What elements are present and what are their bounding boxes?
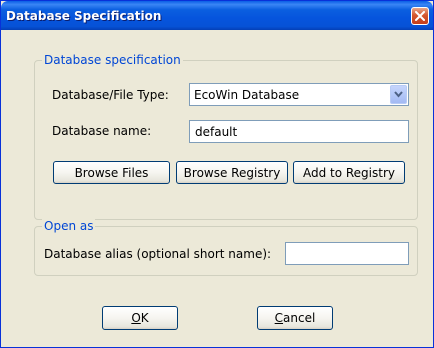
open-as-group: Open as Database alias (optional short n… xyxy=(34,219,418,276)
database-file-type-value: EcoWin Database xyxy=(194,88,300,102)
ok-button[interactable]: OK xyxy=(102,306,178,330)
open-as-legend: Open as xyxy=(42,219,96,233)
ok-label: OK xyxy=(131,311,148,325)
browse-registry-button[interactable]: Browse Registry xyxy=(176,161,288,184)
cancel-button[interactable]: Cancel xyxy=(257,306,333,330)
database-specification-group: Database specification Database/File Typ… xyxy=(34,53,418,220)
database-file-type-label: Database/File Type: xyxy=(52,88,169,102)
browse-files-button[interactable]: Browse Files xyxy=(53,161,170,184)
database-name-input[interactable]: default xyxy=(189,120,409,143)
ok-label-rest: K xyxy=(140,311,149,325)
close-button[interactable] xyxy=(411,7,429,25)
dialog-title: Database Specification xyxy=(6,9,162,23)
cancel-label-rest: ancel xyxy=(283,311,316,325)
database-alias-label: Database alias (optional short name): xyxy=(44,247,272,261)
dropdown-button[interactable] xyxy=(390,85,407,104)
database-name-value: default xyxy=(195,125,238,139)
database-alias-input[interactable] xyxy=(285,242,409,265)
database-name-label: Database name: xyxy=(52,124,152,138)
database-specification-legend: Database specification xyxy=(42,53,183,67)
add-to-registry-button[interactable]: Add to Registry xyxy=(293,161,405,184)
ok-mnemonic: O xyxy=(131,311,141,325)
database-specification-dialog: Database Specification Database specific… xyxy=(0,0,434,348)
dialog-body: Database specification Database/File Typ… xyxy=(4,30,430,346)
browse-registry-label: Browse Registry xyxy=(183,165,281,180)
title-bar[interactable]: Database Specification xyxy=(1,1,433,30)
chevron-down-icon xyxy=(394,91,403,98)
database-file-type-select[interactable]: EcoWin Database xyxy=(189,83,409,106)
browse-files-label: Browse Files xyxy=(74,165,149,180)
add-to-registry-label: Add to Registry xyxy=(302,165,396,180)
cancel-label: Cancel xyxy=(275,311,316,325)
cancel-mnemonic: C xyxy=(274,311,284,325)
close-icon xyxy=(415,11,425,21)
